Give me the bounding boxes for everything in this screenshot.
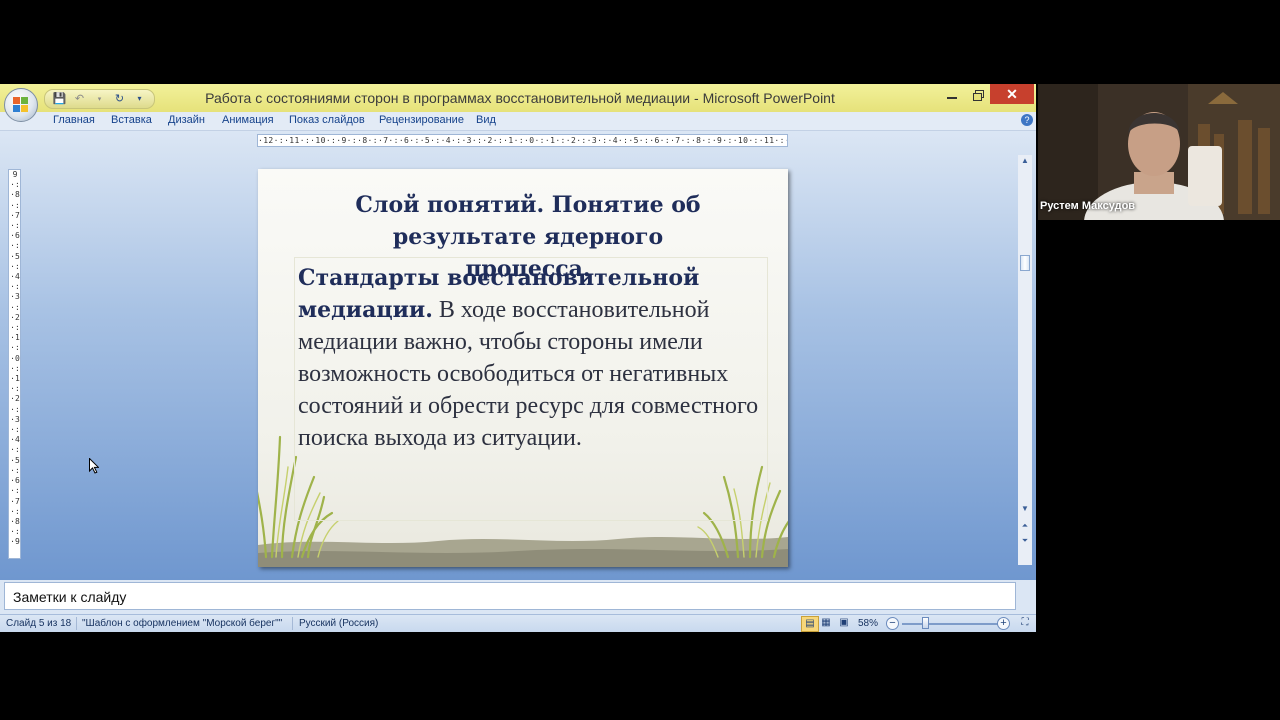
undo-icon[interactable]: ↶ xyxy=(73,93,86,106)
slide-counter: Слайд 5 из 18 xyxy=(6,618,72,629)
close-icon: ✕ xyxy=(1006,85,1018,102)
document-title: Работа с состояниями сторон в программах… xyxy=(205,90,691,106)
horizontal-ruler-scale: ·12·:·11·:·10·:·9·:·8·:·7·:·6·:·5·:·4·:·… xyxy=(258,136,788,145)
language-indicator[interactable]: Русский (Россия) xyxy=(299,618,378,629)
scroll-up-icon[interactable]: ▲ xyxy=(1018,155,1032,167)
customize-toolbar-icon[interactable]: ▾ xyxy=(133,93,146,106)
title-bar: 💾 ↶ ▾ ↻ ▾ Работа с состояниями сторон в … xyxy=(0,84,1036,112)
powerpoint-window: 💾 ↶ ▾ ↻ ▾ Работа с состояниями сторон в … xyxy=(0,84,1036,632)
tab-design[interactable]: Дизайн xyxy=(168,114,205,126)
save-icon[interactable]: 💾 xyxy=(53,93,67,106)
slide-title-line-1: Слой понятий. Понятие об xyxy=(355,192,701,218)
tab-slideshow[interactable]: Показ слайдов xyxy=(289,114,365,126)
vertical-scrollbar[interactable]: ▲ ▼ ⏶ ⏷ xyxy=(1018,155,1032,565)
zoom-slider-thumb[interactable] xyxy=(922,617,929,629)
tab-animation[interactable]: Анимация xyxy=(222,114,274,126)
restore-button[interactable] xyxy=(968,86,988,104)
status-separator xyxy=(76,617,77,630)
slide-body-text[interactable]: Стандарты восстановительной медиации. В … xyxy=(298,262,768,454)
slide-editor: ·12·:·11·:·10·:·9·:·8·:·7·:·6·:·5·:·4·:·… xyxy=(0,131,1036,580)
tab-insert[interactable]: Вставка xyxy=(111,114,152,126)
zoom-slider[interactable] xyxy=(902,623,998,625)
vertical-ruler[interactable]: 9·:·8·:·7·:·6·:·5·:·4·:·3·:·2·:·1·:·0·:·… xyxy=(8,169,21,559)
close-button[interactable]: ✕ xyxy=(990,84,1034,104)
title-separator: - xyxy=(690,90,703,106)
normal-view-icon[interactable]: ▤ xyxy=(801,616,819,632)
webcam-video: Рустем Максудов xyxy=(1038,84,1280,220)
zoom-in-icon[interactable]: + xyxy=(997,617,1010,630)
office-logo-icon xyxy=(13,97,29,113)
tab-home[interactable]: Главная xyxy=(53,114,95,126)
redo-icon[interactable]: ↻ xyxy=(113,93,126,106)
notes-area: Заметки к слайду xyxy=(0,580,1036,614)
zoom-level[interactable]: 58% xyxy=(858,618,878,629)
notes-pane[interactable]: Заметки к слайду xyxy=(4,582,1016,610)
zoom-out-icon[interactable]: − xyxy=(886,617,899,630)
tab-review[interactable]: Рецензирование xyxy=(379,114,464,126)
app-title: Microsoft PowerPoint xyxy=(702,90,835,106)
window-title: Работа с состояниями сторон в программах… xyxy=(180,90,860,106)
ribbon-tabs: Главная Вставка Дизайн Анимация Показ сл… xyxy=(0,112,1036,131)
fit-to-window-icon[interactable]: ⛶ xyxy=(1017,616,1033,630)
scroll-down-icon[interactable]: ▼ xyxy=(1018,503,1032,515)
scroll-thumb[interactable] xyxy=(1020,255,1030,271)
office-button[interactable] xyxy=(4,88,38,122)
slide-canvas[interactable]: Слой понятий. Понятие об результате ядер… xyxy=(258,169,788,567)
help-icon[interactable]: ? xyxy=(1021,114,1033,126)
vertical-ruler-scale: 9·:·8·:·7·:·6·:·5·:·4·:·3·:·2·:·1·:·0·:·… xyxy=(10,170,20,547)
quick-access-toolbar: 💾 ↶ ▾ ↻ ▾ xyxy=(44,89,155,109)
slideshow-icon[interactable]: ▣ xyxy=(836,616,852,630)
restore-icon xyxy=(972,89,984,101)
undo-dropdown-icon[interactable]: ▾ xyxy=(93,93,106,106)
slide-sorter-icon[interactable]: ▦ xyxy=(818,616,834,630)
previous-slide-icon[interactable]: ⏶ xyxy=(1018,520,1032,532)
mouse-cursor-icon xyxy=(89,458,99,474)
participant-name: Рустем Максудов xyxy=(1040,200,1136,212)
status-bar: Слайд 5 из 18 "Шаблон с оформлением "Мор… xyxy=(0,614,1036,632)
status-separator xyxy=(292,617,293,630)
tab-view[interactable]: Вид xyxy=(476,114,496,126)
horizontal-ruler[interactable]: ·12·:·11·:·10·:·9·:·8·:·7·:·6·:·5·:·4·:·… xyxy=(257,134,788,147)
minimize-button[interactable] xyxy=(942,86,962,104)
notes-placeholder: Заметки к слайду xyxy=(13,589,127,605)
minimize-icon xyxy=(947,97,957,99)
next-slide-icon[interactable]: ⏷ xyxy=(1018,535,1032,547)
theme-name[interactable]: "Шаблон с оформлением "Морской берег"" xyxy=(82,618,282,629)
